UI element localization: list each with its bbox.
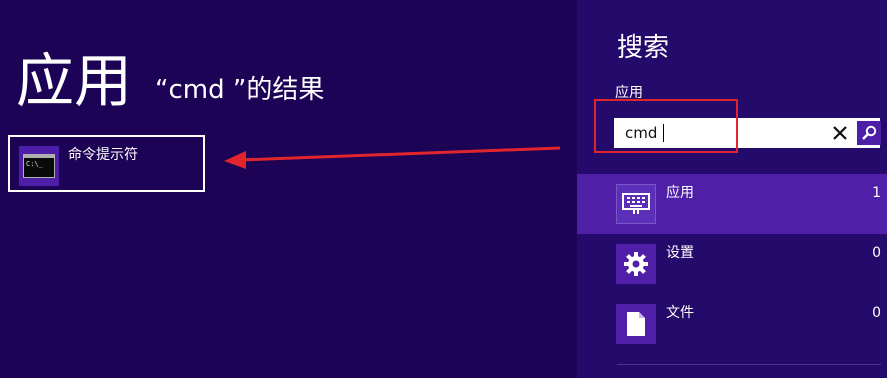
category-count: 0: [872, 245, 881, 261]
gear-icon: [616, 244, 656, 284]
command-prompt-icon-text: C:\_: [26, 160, 43, 168]
results-subtitle: “cmd ”的结果: [155, 75, 325, 105]
category-count: 0: [872, 305, 881, 321]
search-category-apps[interactable]: 应用 1: [577, 174, 887, 234]
search-icon: [862, 125, 877, 140]
category-label: 文件: [666, 305, 694, 321]
search-charm: 搜索 应用 应用: [577, 0, 887, 378]
search-button[interactable]: [857, 121, 881, 145]
clear-button[interactable]: [825, 118, 855, 148]
results-pane: 应用 “cmd ”的结果 C:\_ 命令提示符: [0, 0, 577, 378]
search-highlight-annotation: [594, 99, 738, 153]
category-count: 1: [872, 185, 881, 201]
divider: [617, 364, 881, 365]
category-label: 应用: [666, 185, 694, 201]
keyboard-icon: [616, 184, 656, 224]
result-label: 命令提示符: [68, 147, 138, 163]
document-icon: [616, 304, 656, 344]
page-title: 应用: [16, 47, 133, 115]
result-item-command-prompt[interactable]: C:\_ 命令提示符: [8, 135, 205, 192]
command-prompt-icon: C:\_: [19, 146, 59, 186]
category-label: 设置: [666, 245, 694, 261]
close-icon: [833, 126, 847, 140]
search-title: 搜索: [617, 33, 670, 63]
search-category-files[interactable]: 文件 0: [577, 294, 887, 354]
search-category-settings[interactable]: 设置 0: [577, 234, 887, 294]
